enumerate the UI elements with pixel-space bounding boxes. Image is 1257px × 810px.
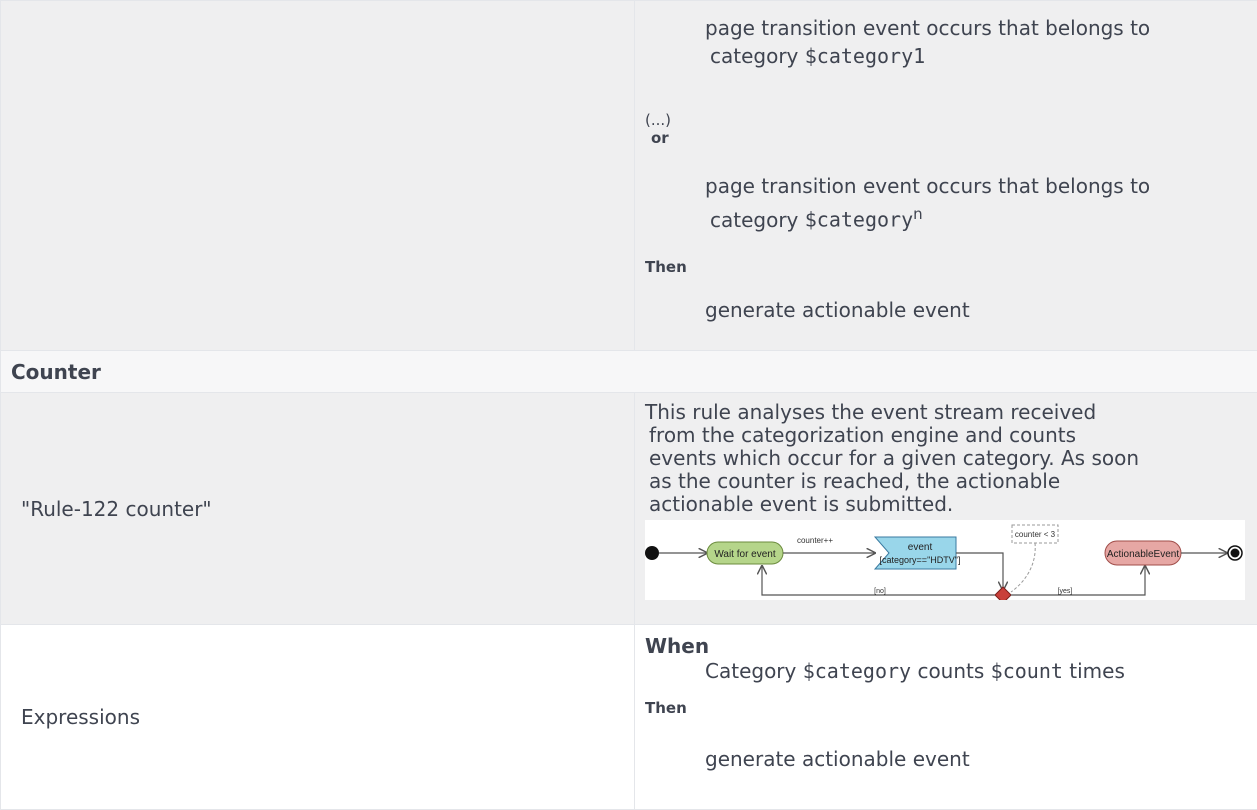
- expressions-label: Expressions: [1, 625, 635, 810]
- when-keyword: When: [645, 635, 1257, 657]
- svg-text:Wait for event: Wait for event: [714, 549, 776, 560]
- svg-text:[category=="HDTV"]: [category=="HDTV"]: [880, 555, 961, 565]
- then-keyword: Then: [645, 258, 1257, 276]
- action-text: generate actionable event: [645, 745, 1257, 773]
- svg-text:event: event: [908, 542, 933, 553]
- decision-node: [995, 587, 1011, 600]
- svg-text:[yes]: [yes]: [1058, 588, 1073, 595]
- description-line: as the counter is reached, the actionabl…: [645, 470, 1257, 493]
- description-line: from the categorization engine and count…: [645, 424, 1257, 447]
- rule-row-counter: "Rule-122 counter" This rule analyses th…: [1, 393, 1257, 625]
- rules-table: page transition event occurs that belong…: [0, 0, 1257, 810]
- rule-row-expressions: Expressions When Category $category coun…: [1, 625, 1257, 810]
- section-title: Counter: [1, 351, 1257, 393]
- then-keyword: Then: [645, 699, 1257, 717]
- svg-text:ActionableEvent: ActionableEvent: [1107, 549, 1179, 560]
- rule-description-cell: This rule analyses the event stream rece…: [635, 393, 1257, 625]
- condition-line-2: page transition event occurs that belong…: [645, 172, 1257, 238]
- action-text: generate actionable event: [645, 296, 1257, 324]
- section-header-row: Counter: [1, 351, 1257, 393]
- svg-text:counter < 3: counter < 3: [1015, 530, 1056, 539]
- rule-name: "Rule-122 counter": [1, 393, 635, 625]
- description-line: This rule analyses the event stream rece…: [645, 401, 1257, 424]
- rule-name-cell: [1, 1, 635, 351]
- description-line: events which occur for a given category.…: [645, 447, 1257, 470]
- rule-row-category-sequence: page transition event occurs that belong…: [1, 1, 1257, 351]
- start-node: [645, 546, 659, 560]
- description-line: actionable event is submitted.: [645, 493, 1257, 516]
- expressions-cell: When Category $category counts $count ti…: [635, 625, 1257, 810]
- svg-text:counter++: counter++: [797, 536, 833, 545]
- condition-line-1: page transition event occurs that belong…: [645, 14, 1257, 70]
- counter-activity-diagram: Wait for event counter++ event [category…: [645, 520, 1245, 600]
- ellipsis-text: (...): [645, 111, 1257, 129]
- svg-text:[no]: [no]: [874, 588, 886, 595]
- or-keyword: or: [645, 129, 1257, 147]
- when-condition: Category $category counts $count times: [645, 657, 1257, 685]
- rule-expression-cell: page transition event occurs that belong…: [635, 1, 1257, 351]
